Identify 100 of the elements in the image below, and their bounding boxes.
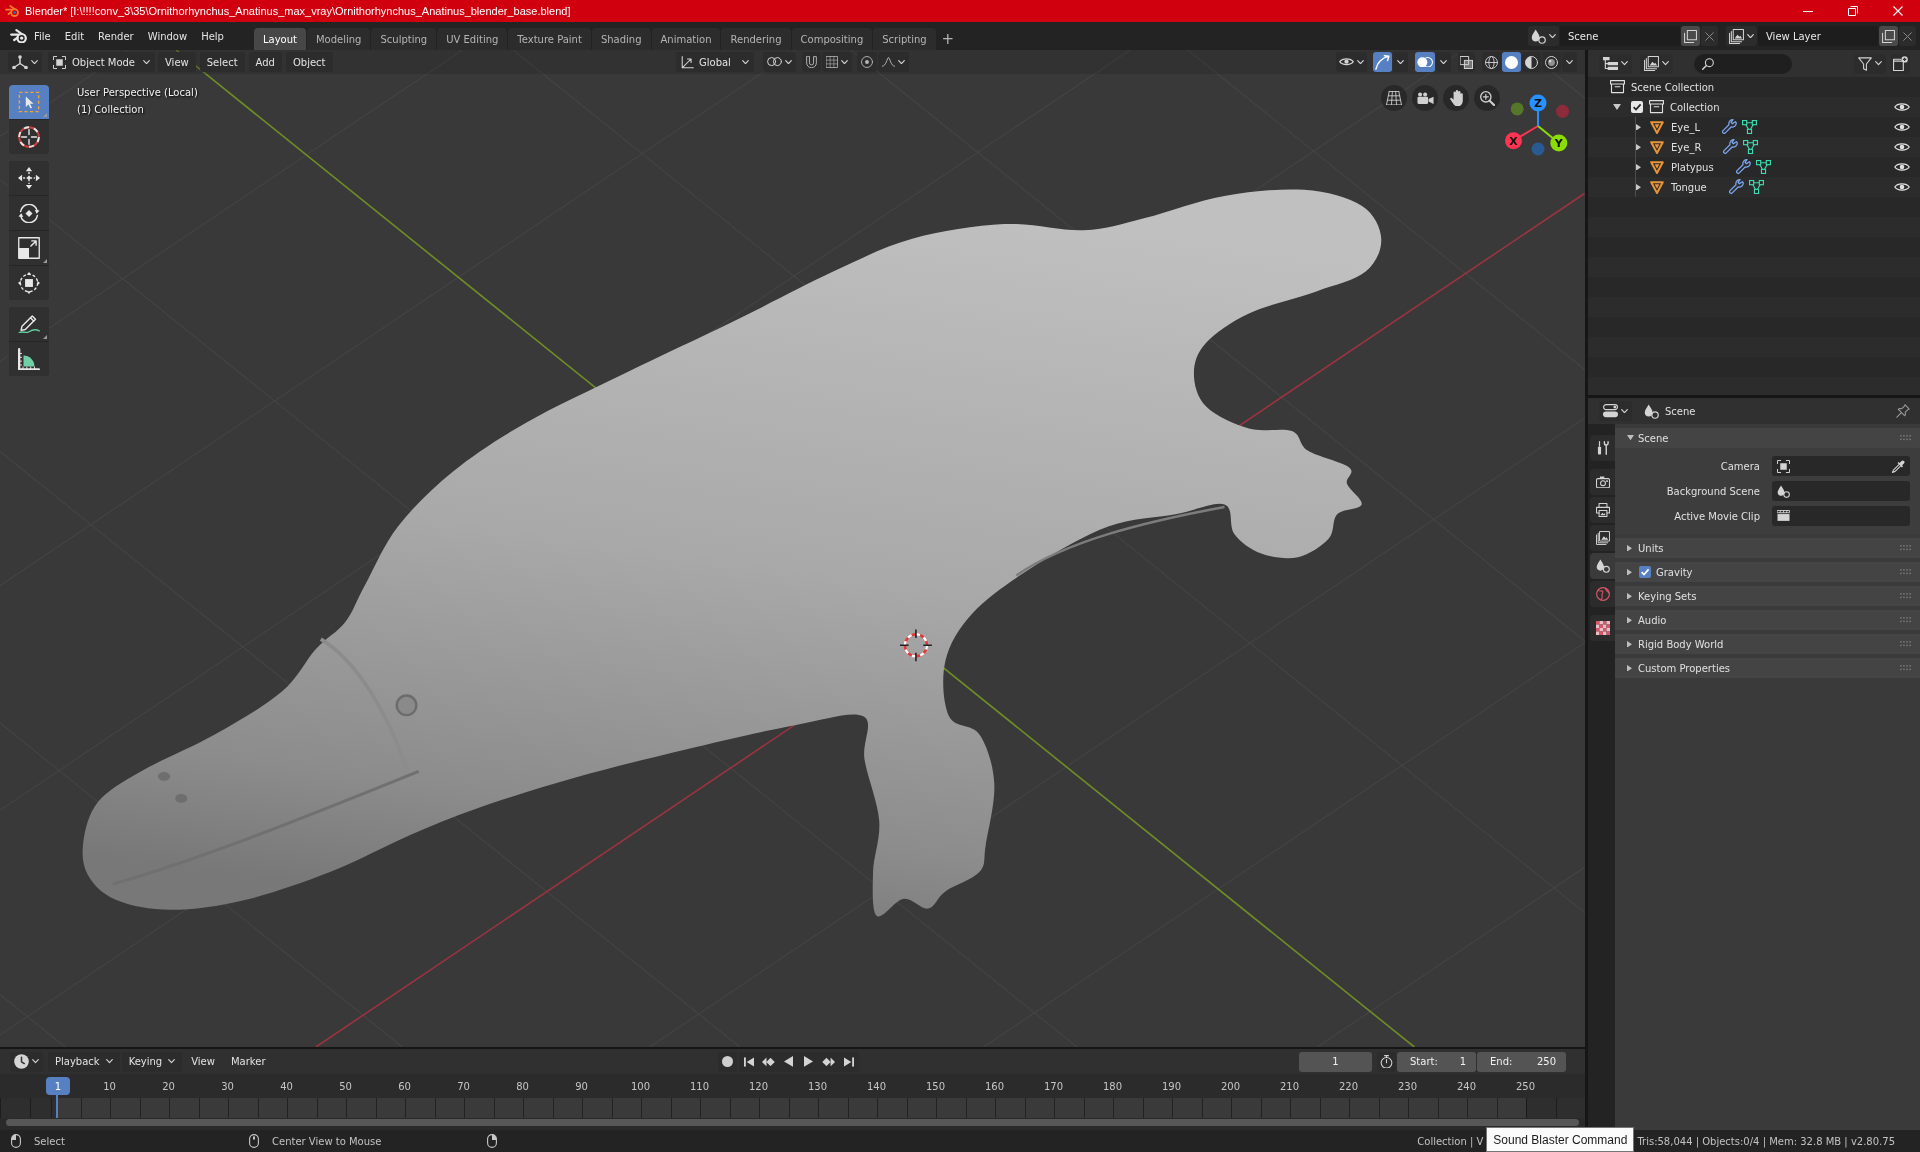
view-layer-browse-button[interactable] xyxy=(1726,26,1757,46)
perspective-toggle-button[interactable] xyxy=(1381,85,1407,111)
eyedropper-icon[interactable] xyxy=(1892,459,1905,473)
options-dropdown[interactable] xyxy=(1436,52,1451,72)
eye-icon[interactable] xyxy=(1894,142,1910,152)
editor-type-button[interactable] xyxy=(1599,401,1632,421)
scene-name-field[interactable]: Scene xyxy=(1560,26,1680,46)
workspace-tab[interactable]: UV Editing xyxy=(437,28,508,50)
current-frame-field[interactable]: 1 xyxy=(1299,1051,1372,1072)
zoom-view-button[interactable] xyxy=(1474,85,1500,111)
panel-header[interactable]: Gravity xyxy=(1615,562,1920,582)
item-label[interactable]: Eye_L xyxy=(1671,121,1700,133)
item-label[interactable]: Platypus xyxy=(1671,161,1714,173)
start-frame-field[interactable]: Start: 1 xyxy=(1397,1051,1476,1072)
shading-dropdown[interactable] xyxy=(1562,52,1577,72)
shading-button[interactable] xyxy=(1542,52,1561,72)
shading-button[interactable] xyxy=(1502,52,1521,72)
negative-y-axis-handle[interactable] xyxy=(1510,102,1524,116)
camera-field[interactable] xyxy=(1772,456,1910,476)
gizmo-toggle[interactable] xyxy=(1373,52,1392,72)
menu-item[interactable]: Select xyxy=(199,52,245,72)
panel-header[interactable]: Rigid Body World xyxy=(1615,634,1920,654)
new-collection-button[interactable] xyxy=(1891,53,1910,74)
pan-view-button[interactable] xyxy=(1443,85,1469,111)
expand-arrow-icon[interactable] xyxy=(1636,183,1641,191)
menu-item[interactable]: Window xyxy=(140,26,195,46)
properties-tab[interactable] xyxy=(1590,497,1615,523)
duplicate-button[interactable] xyxy=(1681,26,1700,46)
expand-arrow-icon[interactable] xyxy=(1613,104,1621,110)
filter-dropdown[interactable] xyxy=(1854,53,1886,74)
falloff-dropdown[interactable] xyxy=(878,52,909,72)
expand-arrow-icon[interactable] xyxy=(1636,163,1641,171)
menu-item[interactable]: Object xyxy=(285,52,333,72)
menu-dropdown[interactable]: Keying xyxy=(121,1051,183,1072)
workspace-tab[interactable]: Texture Paint xyxy=(508,28,591,50)
panel-header[interactable]: Scene xyxy=(1615,428,1920,448)
workspace-tab[interactable]: Rendering xyxy=(721,28,791,50)
camera-view-button[interactable] xyxy=(1412,85,1438,111)
checkbox[interactable] xyxy=(1639,566,1651,578)
menu-item[interactable]: Help xyxy=(194,26,231,46)
workspace-tab[interactable]: Modeling xyxy=(306,28,371,50)
add-workspace-button[interactable]: + xyxy=(938,28,957,50)
properties-tab[interactable] xyxy=(1590,615,1615,641)
properties-tab[interactable] xyxy=(1590,525,1615,551)
panel-header[interactable]: Audio xyxy=(1615,610,1920,630)
remove-button[interactable] xyxy=(1701,26,1718,46)
tool-button[interactable] xyxy=(9,196,49,230)
menu-item[interactable]: Edit xyxy=(57,26,92,46)
view-layer-name-field[interactable]: View Layer xyxy=(1758,26,1878,46)
display-mode-dropdown[interactable] xyxy=(1599,53,1632,74)
negative-z-axis-handle[interactable] xyxy=(1531,142,1545,156)
xray-toggle[interactable] xyxy=(1458,52,1475,72)
mode-dropdown[interactable]: Object Mode xyxy=(48,52,155,72)
item-label[interactable]: Eye_R xyxy=(1671,141,1702,153)
options-dropdown[interactable] xyxy=(1393,52,1408,72)
stopwatch-button[interactable] xyxy=(1377,1051,1396,1072)
proportional-editing-toggle[interactable] xyxy=(857,52,877,72)
item-label[interactable]: Collection xyxy=(1670,101,1720,113)
workspace-tab[interactable]: Layout xyxy=(253,28,306,50)
panel-header[interactable]: Units xyxy=(1615,538,1920,558)
properties-tab[interactable] xyxy=(1590,553,1615,579)
shading-button[interactable] xyxy=(1482,52,1501,72)
menu-item[interactable]: File xyxy=(27,26,58,46)
scrollbar[interactable] xyxy=(6,1119,1579,1126)
eye-icon[interactable] xyxy=(1894,102,1910,112)
tool-button[interactable] xyxy=(9,231,49,265)
properties-tab[interactable] xyxy=(1590,435,1615,461)
x-axis-button[interactable]: X xyxy=(1505,125,1539,150)
item-label[interactable]: Tongue xyxy=(1671,181,1707,193)
workspace-tab[interactable]: Animation xyxy=(651,28,721,50)
remove-button[interactable] xyxy=(1899,26,1916,46)
scene-field[interactable] xyxy=(1772,481,1910,501)
menu-item[interactable]: Add xyxy=(248,52,282,72)
properties-tab[interactable] xyxy=(1590,469,1615,495)
expand-arrow-icon[interactable] xyxy=(1636,143,1641,151)
search-field[interactable] xyxy=(1694,53,1792,74)
workspace-tab[interactable]: Scripting xyxy=(873,28,936,50)
menu-item[interactable]: View xyxy=(184,1051,222,1072)
orientation-dropdown[interactable]: Global xyxy=(676,52,754,72)
visibility-dropdown[interactable] xyxy=(1336,52,1367,72)
3d-cursor-icon[interactable] xyxy=(899,628,933,663)
panel-header[interactable]: Keying Sets xyxy=(1615,586,1920,606)
app-logo-icon[interactable] xyxy=(10,28,27,44)
snap-target-dropdown[interactable] xyxy=(822,52,852,72)
eye-icon[interactable] xyxy=(1894,162,1910,172)
end-frame-field[interactable]: End: 250 xyxy=(1477,1051,1566,1072)
pivot-dropdown[interactable] xyxy=(763,52,796,72)
negative-x-axis-handle[interactable] xyxy=(1556,104,1569,118)
menu-item[interactable]: View xyxy=(158,52,196,72)
item-label[interactable]: Scene Collection xyxy=(1631,81,1715,93)
tool-button[interactable] xyxy=(9,120,49,154)
y-axis-button[interactable]: Y xyxy=(1537,125,1568,152)
view-layer-dropdown[interactable] xyxy=(1640,53,1673,74)
tool-button[interactable] xyxy=(9,266,49,300)
workspace-tab[interactable]: Shading xyxy=(591,28,651,50)
record-button[interactable] xyxy=(717,1051,737,1072)
movie-clip-field[interactable] xyxy=(1772,506,1910,526)
menu-item[interactable]: Marker xyxy=(223,1051,273,1072)
tool-button[interactable] xyxy=(9,307,49,341)
workspace-tab[interactable]: Compositing xyxy=(791,28,873,50)
